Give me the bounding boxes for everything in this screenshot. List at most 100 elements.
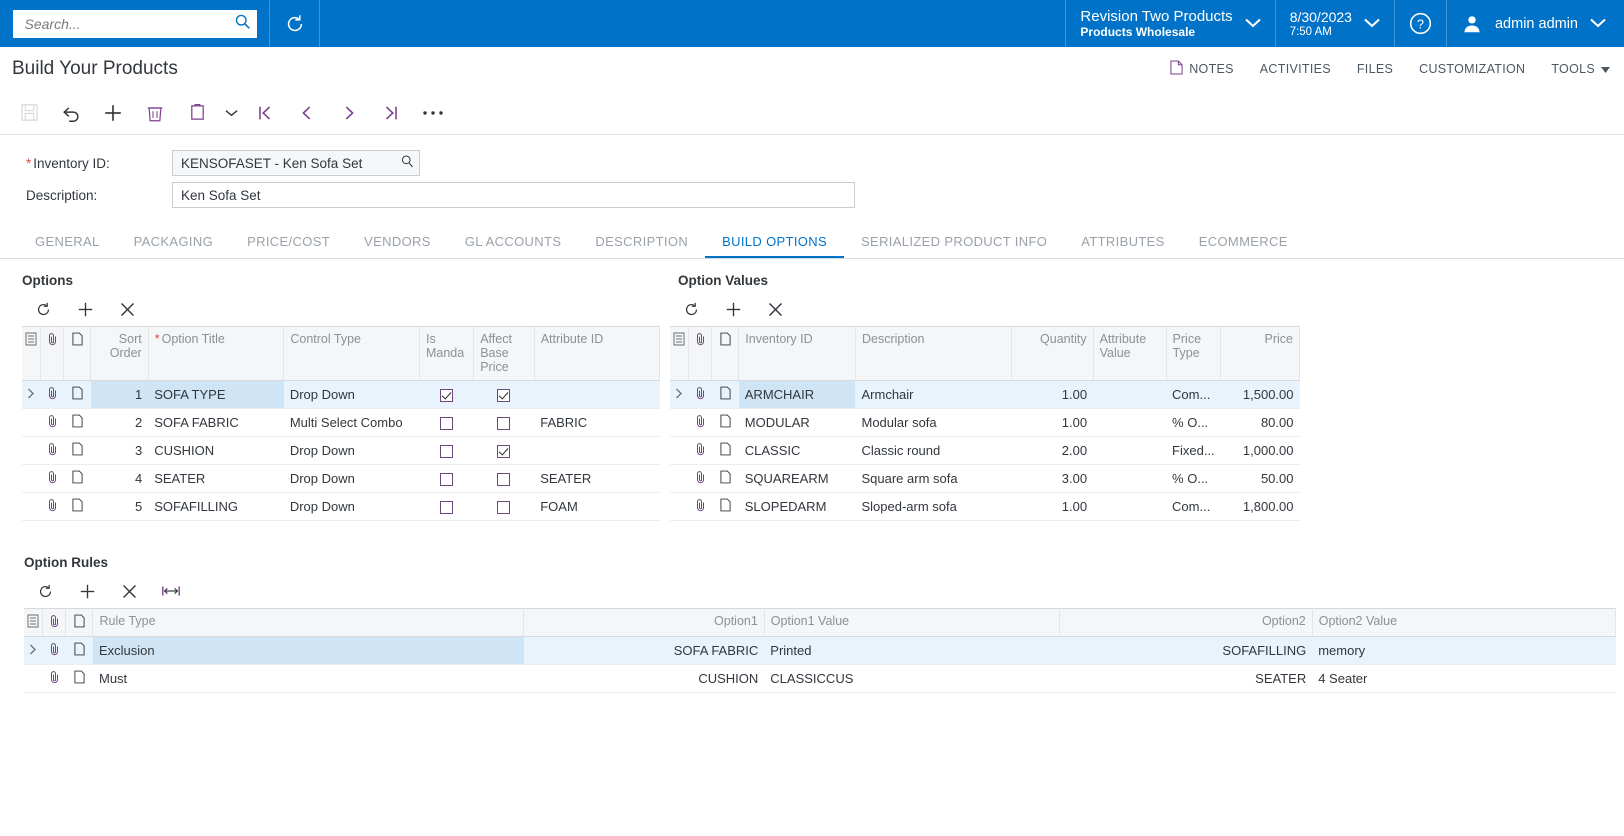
- cell-price[interactable]: 1,000.00: [1220, 436, 1300, 465]
- table-row[interactable]: ARMCHAIR Armchair 1.00 Com... 1,500.00: [670, 380, 1300, 409]
- options-refresh-button[interactable]: [22, 294, 64, 324]
- refresh-page-button[interactable]: [270, 0, 320, 47]
- cell-is-mandatory[interactable]: [419, 464, 474, 493]
- options-add-row-button[interactable]: [64, 294, 106, 324]
- table-row[interactable]: CLASSIC Classic round 2.00 Fixed... 1,00…: [670, 436, 1300, 465]
- row-attachment-icon[interactable]: [688, 380, 712, 409]
- cell-attribute-id[interactable]: FOAM: [534, 492, 660, 521]
- cell-affect-base-price[interactable]: [473, 464, 535, 493]
- table-row[interactable]: MODULAR Modular sofa 1.00 % O... 80.00: [670, 408, 1300, 437]
- tab-gl-accounts[interactable]: GL ACCOUNTS: [448, 234, 579, 258]
- cell-option-title[interactable]: SOFA FABRIC: [148, 408, 284, 437]
- row-note-icon[interactable]: [65, 636, 93, 665]
- cell-option1-value[interactable]: CLASSICCUS: [764, 664, 1060, 693]
- cell-inventory-id[interactable]: MODULAR: [738, 408, 856, 437]
- chevron-down-icon[interactable]: [1244, 15, 1261, 33]
- row-attachment-icon[interactable]: [40, 408, 64, 437]
- description-field[interactable]: Ken Sofa Set: [172, 182, 855, 208]
- row-attachment-icon[interactable]: [42, 664, 66, 693]
- save-button[interactable]: [8, 94, 50, 132]
- cell-price-type[interactable]: Com...: [1166, 380, 1221, 409]
- checkbox-is-mandatory[interactable]: [440, 417, 454, 431]
- search-input[interactable]: [22, 14, 234, 33]
- row-attachment-icon[interactable]: [688, 492, 712, 521]
- cell-attribute-value[interactable]: [1093, 464, 1167, 493]
- option-values-add-row-button[interactable]: [712, 294, 754, 324]
- activities-link[interactable]: ACTIVITIES: [1260, 62, 1331, 76]
- cell-inventory-id[interactable]: CLASSIC: [738, 436, 856, 465]
- business-date-selector[interactable]: 8/30/2023 7:50 AM: [1274, 0, 1394, 47]
- cell-price-type[interactable]: % O...: [1166, 464, 1221, 493]
- cell-price[interactable]: 1,500.00: [1220, 380, 1300, 409]
- cell-quantity[interactable]: 1.00: [1011, 408, 1094, 437]
- cell-option-title[interactable]: SOFAFILLING: [148, 492, 284, 521]
- cell-inventory-id[interactable]: SLOPEDARM: [738, 492, 856, 521]
- options-grid[interactable]: Sort Order * Option Title Control Type Is…: [22, 326, 661, 521]
- cell-inventory-id[interactable]: ARMCHAIR: [738, 380, 856, 409]
- cell-affect-base-price[interactable]: [473, 492, 535, 521]
- table-row[interactable]: Must CUSHION CLASSICCUS SEATER 4 Seater: [24, 664, 1616, 693]
- chevron-down-icon[interactable]: [1364, 15, 1380, 33]
- tab-serialized-product-info[interactable]: SERIALIZED PRODUCT INFO: [844, 234, 1064, 258]
- copy-paste-dropdown[interactable]: [218, 94, 244, 132]
- row-attachment-icon[interactable]: [40, 492, 64, 521]
- tab-description[interactable]: DESCRIPTION: [578, 234, 705, 258]
- cell-attribute-value[interactable]: [1093, 436, 1167, 465]
- cell-rule-type[interactable]: Must: [92, 664, 524, 693]
- cell-option1[interactable]: SOFA FABRIC: [523, 636, 765, 665]
- cell-attribute-id[interactable]: FABRIC: [534, 408, 660, 437]
- last-record-button[interactable]: [370, 94, 412, 132]
- cell-is-mandatory[interactable]: [419, 380, 474, 409]
- options-col-affect-base-price[interactable]: Affect Base Price: [473, 326, 535, 381]
- cell-price[interactable]: 50.00: [1220, 464, 1300, 493]
- table-row[interactable]: 3 CUSHION Drop Down: [22, 436, 660, 465]
- cell-sort-order[interactable]: 1: [90, 380, 149, 409]
- user-menu[interactable]: admin admin: [1445, 0, 1624, 47]
- cell-price[interactable]: 80.00: [1220, 408, 1300, 437]
- checkbox-is-mandatory[interactable]: [440, 389, 454, 403]
- options-col-settings[interactable]: [22, 326, 42, 381]
- option-values-delete-row-button[interactable]: [754, 294, 796, 324]
- option-rules-col-settings[interactable]: [24, 608, 44, 637]
- cell-price-type[interactable]: Com...: [1166, 492, 1221, 521]
- row-note-icon[interactable]: [63, 492, 91, 521]
- option-values-col-quantity[interactable]: Quantity: [1011, 326, 1094, 381]
- cell-option2-value[interactable]: memory: [1312, 636, 1616, 665]
- cell-sort-order[interactable]: 5: [90, 492, 149, 521]
- cell-description[interactable]: Classic round: [855, 436, 1012, 465]
- row-attachment-icon[interactable]: [42, 636, 66, 665]
- options-col-option-title[interactable]: * Option Title: [148, 326, 285, 381]
- cell-quantity[interactable]: 1.00: [1011, 492, 1094, 521]
- tab-attributes[interactable]: ATTRIBUTES: [1064, 234, 1181, 258]
- row-attachment-icon[interactable]: [688, 436, 712, 465]
- cell-control-type[interactable]: Drop Down: [283, 436, 420, 465]
- row-note-icon[interactable]: [711, 436, 739, 465]
- cell-option1[interactable]: CUSHION: [523, 664, 765, 693]
- cell-affect-base-price[interactable]: [473, 380, 535, 409]
- cell-sort-order[interactable]: 4: [90, 464, 149, 493]
- cell-attribute-id[interactable]: [534, 436, 660, 465]
- table-row[interactable]: Exclusion SOFA FABRIC Printed SOFAFILLIN…: [24, 636, 1616, 665]
- tab-price-cost[interactable]: PRICE/COST: [230, 234, 347, 258]
- table-row[interactable]: 2 SOFA FABRIC Multi Select Combo FABRIC: [22, 408, 660, 437]
- option-values-col-description[interactable]: Description: [855, 326, 1013, 381]
- cell-is-mandatory[interactable]: [419, 492, 474, 521]
- option-rules-grid[interactable]: Rule Type Option1 Option1 Value Option2 …: [24, 608, 1617, 693]
- table-row[interactable]: 4 SEATER Drop Down SEATER: [22, 464, 660, 493]
- option-rules-col-option1-value[interactable]: Option1 Value: [764, 608, 1060, 637]
- checkbox-is-mandatory[interactable]: [440, 445, 454, 459]
- row-note-icon[interactable]: [711, 380, 739, 409]
- more-actions-button[interactable]: [412, 94, 454, 132]
- cell-option2[interactable]: SOFAFILLING: [1059, 636, 1313, 665]
- company-selector[interactable]: Revision Two Products Products Wholesale: [1065, 0, 1274, 47]
- option-rules-col-rule-type[interactable]: Rule Type: [92, 608, 525, 637]
- row-note-icon[interactable]: [711, 492, 739, 521]
- cell-sort-order[interactable]: 2: [90, 408, 149, 437]
- next-record-button[interactable]: [328, 94, 370, 132]
- row-note-icon[interactable]: [63, 380, 91, 409]
- cell-rule-type[interactable]: Exclusion: [92, 636, 524, 665]
- options-col-is-mandatory[interactable]: Is Manda: [419, 326, 475, 381]
- option-rules-add-row-button[interactable]: [66, 576, 108, 606]
- checkbox-is-mandatory[interactable]: [440, 473, 454, 487]
- cell-description[interactable]: Armchair: [855, 380, 1012, 409]
